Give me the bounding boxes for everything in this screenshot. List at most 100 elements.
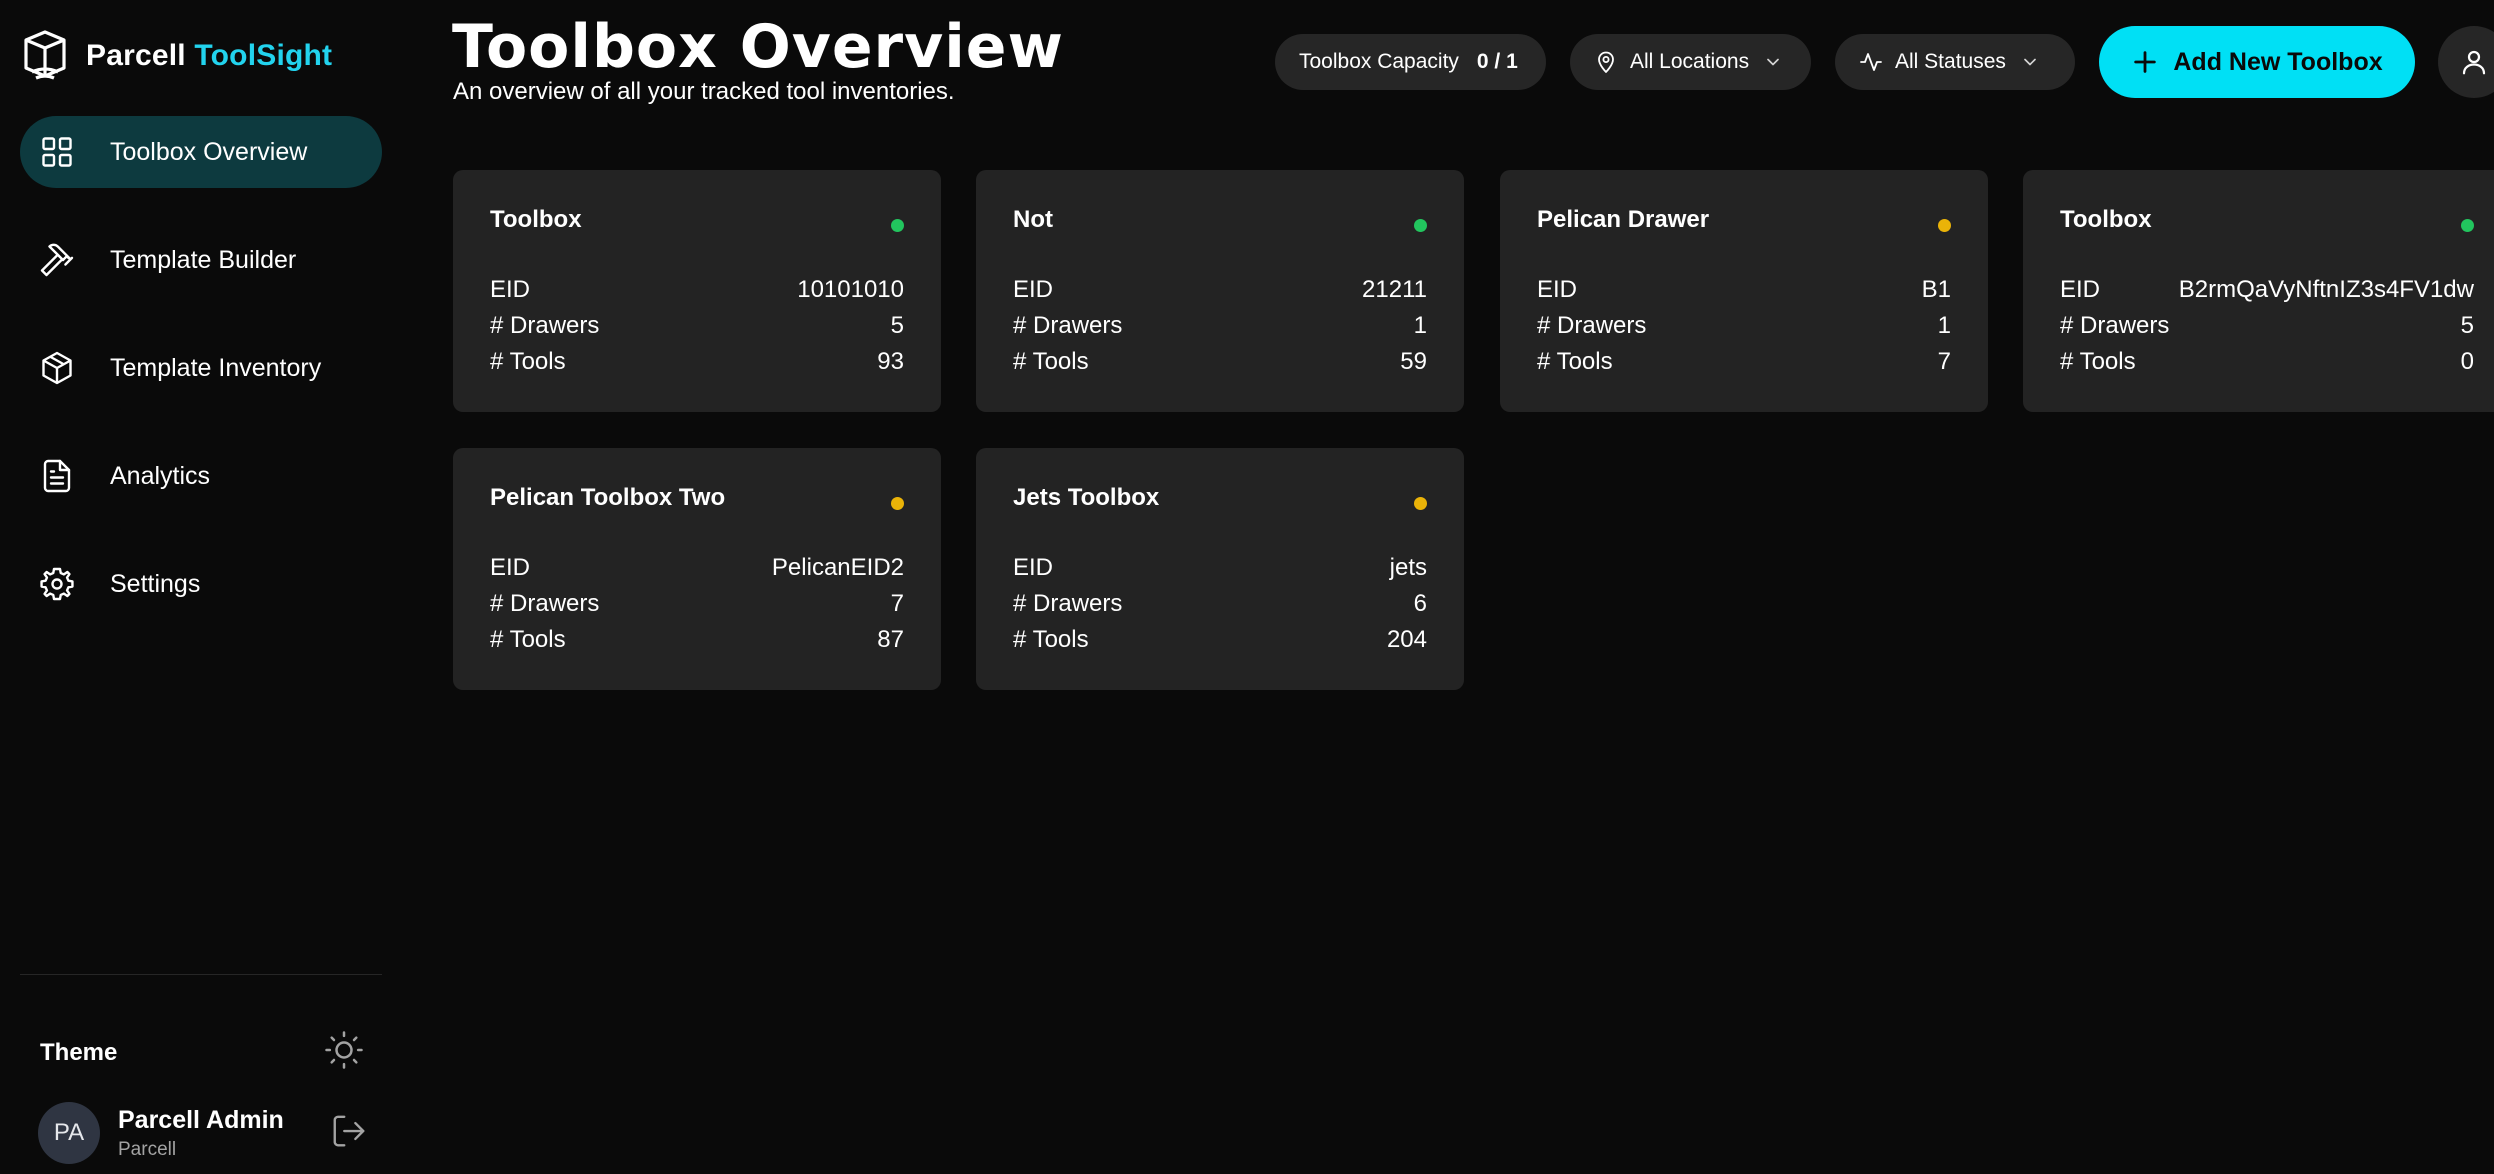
user-org: Parcell bbox=[118, 1138, 177, 1160]
tools-row: # Tools 204 bbox=[1013, 622, 1427, 658]
eid-label: EID bbox=[490, 554, 531, 581]
drawers-value: 1 bbox=[1937, 312, 1951, 339]
toolbox-card[interactable]: Pelican Drawer EID B1 # Drawers 1 # Tools 7 bbox=[1500, 170, 1988, 412]
sidebar-item-template-builder[interactable]: Template Builder bbox=[20, 224, 382, 296]
tools-row: # Tools 0 bbox=[2060, 344, 2474, 380]
drawers-value: 5 bbox=[2460, 312, 2474, 339]
hammer-icon bbox=[38, 241, 76, 279]
toolbox-name: Toolbox bbox=[2060, 206, 2152, 233]
tools-label: # Tools bbox=[1013, 626, 1089, 653]
status-dot-green bbox=[891, 219, 904, 232]
tools-label: # Tools bbox=[2060, 348, 2136, 375]
map-pin-icon bbox=[1598, 51, 1614, 73]
eid-value: 10101010 bbox=[797, 276, 904, 303]
drawers-label: # Drawers bbox=[1013, 312, 1123, 339]
eid-value: B2rmQaVyNftnIZ3s4FV1dw bbox=[2178, 276, 2474, 303]
chevron-down-icon bbox=[1767, 58, 1779, 66]
add-new-toolbox-label: Add New Toolbox bbox=[2173, 47, 2383, 76]
drawers-value: 1 bbox=[1413, 312, 1427, 339]
sidebar-item-label: Template Builder bbox=[110, 245, 297, 274]
gear-icon bbox=[38, 565, 76, 603]
drawers-row: # Drawers 1 bbox=[1013, 308, 1427, 344]
drawers-value: 7 bbox=[890, 590, 904, 617]
eid-value: jets bbox=[1389, 554, 1427, 581]
tools-row: # Tools 59 bbox=[1013, 344, 1427, 380]
toolbox-card[interactable]: Not EID 21211 # Drawers 1 # Tools 59 bbox=[976, 170, 1464, 412]
drawers-value: 6 bbox=[1413, 590, 1427, 617]
toolbox-card[interactable]: Pelican Toolbox Two EID PelicanEID2 # Dra… bbox=[453, 448, 941, 690]
avatar[interactable]: PA bbox=[38, 1102, 100, 1164]
tools-label: # Tools bbox=[1013, 348, 1089, 375]
tools-value: 0 bbox=[2460, 348, 2474, 375]
sidebar-item-label: Template Inventory bbox=[110, 353, 322, 382]
user-icon bbox=[2462, 50, 2486, 75]
toolbox-name: Jets Toolbox bbox=[1013, 484, 1160, 511]
status-dot-green bbox=[1414, 219, 1427, 232]
tools-value: 93 bbox=[877, 348, 904, 375]
eid-label: EID bbox=[1537, 276, 1578, 303]
sidebar-divider bbox=[20, 974, 382, 975]
capacity-label: Toolbox Capacity bbox=[1299, 50, 1459, 73]
drawers-label: # Drawers bbox=[1537, 312, 1647, 339]
sidebar-item-toolbox-overview[interactable]: Toolbox Overview bbox=[20, 116, 382, 188]
drawers-row: # Drawers 5 bbox=[490, 308, 904, 344]
eid-value: B1 bbox=[1921, 276, 1951, 303]
toolbox-card[interactable]: Jets Toolbox EID jets # Drawers 6 # Tools 2… bbox=[976, 448, 1464, 690]
theme-label: Theme bbox=[40, 1038, 118, 1066]
sidebar-item-label: Toolbox Overview bbox=[110, 137, 308, 166]
brand-company: Parcell bbox=[86, 39, 186, 72]
tools-label: # Tools bbox=[490, 348, 566, 375]
toolbox-name: Not bbox=[1013, 206, 1053, 233]
toolbox-name: Toolbox bbox=[490, 206, 582, 233]
drawers-row: # Drawers 1 bbox=[1537, 308, 1951, 344]
eid-label: EID bbox=[1013, 554, 1054, 581]
sidebar-item-analytics[interactable]: Analytics bbox=[20, 440, 382, 512]
tools-value: 59 bbox=[1400, 348, 1427, 375]
eid-value: 21211 bbox=[1362, 276, 1427, 303]
toolbox-capacity-badge: Toolbox Capacity 0 / 1 bbox=[1275, 34, 1546, 90]
drawers-row: # Drawers 6 bbox=[1013, 586, 1427, 622]
plus-icon bbox=[2134, 51, 2157, 73]
chevron-down-icon bbox=[2024, 58, 2036, 66]
add-new-toolbox-button[interactable]: Add New Toolbox bbox=[2099, 26, 2415, 98]
status-dot-yellow bbox=[891, 497, 904, 510]
eid-label: EID bbox=[490, 276, 531, 303]
eid-row: EID B2rmQaVyNftnIZ3s4FV1dw bbox=[2060, 272, 2474, 308]
status-dot-yellow bbox=[1414, 497, 1427, 510]
sidebar-item-settings[interactable]: Settings bbox=[20, 548, 382, 620]
tools-label: # Tools bbox=[1537, 348, 1613, 375]
locations-filter[interactable]: All Locations bbox=[1570, 34, 1811, 90]
capacity-value: 0 / 1 bbox=[1476, 50, 1518, 73]
logout-icon[interactable] bbox=[330, 1112, 368, 1155]
user-profile: PA Parcell Admin Parcell bbox=[38, 1102, 368, 1164]
eid-row: EID 10101010 bbox=[490, 272, 904, 308]
sidebar-item-template-inventory[interactable]: Template Inventory bbox=[20, 332, 382, 404]
toolbox-card[interactable]: Toolbox EID 10101010 # Drawers 5 # Tools 93 bbox=[453, 170, 941, 412]
drawers-row: # Drawers 7 bbox=[490, 586, 904, 622]
parcell-logo-icon bbox=[24, 30, 66, 80]
drawers-label: # Drawers bbox=[1013, 590, 1123, 617]
statuses-filter[interactable]: All Statuses bbox=[1835, 34, 2075, 90]
tools-row: # Tools 7 bbox=[1537, 344, 1951, 380]
tools-value: 204 bbox=[1386, 626, 1427, 653]
sun-icon[interactable] bbox=[324, 1030, 364, 1075]
eid-row: EID jets bbox=[1013, 550, 1427, 586]
box-icon bbox=[38, 349, 76, 387]
brand[interactable]: Parcell ToolSight bbox=[22, 28, 332, 84]
toolbox-card[interactable]: Toolbox EID B2rmQaVyNftnIZ3s4FV1dw # Draw… bbox=[2023, 170, 2494, 412]
statuses-filter-label: All Statuses bbox=[1895, 50, 2006, 73]
brand-name: Parcell ToolSight bbox=[86, 39, 332, 73]
eid-label: EID bbox=[2060, 276, 2101, 303]
eid-label: EID bbox=[1013, 276, 1054, 303]
eid-row: EID 21211 bbox=[1013, 272, 1427, 308]
theme-row: Theme bbox=[40, 1030, 364, 1075]
user-name: Parcell Admin bbox=[118, 1105, 284, 1134]
tools-row: # Tools 87 bbox=[490, 622, 904, 658]
drawers-value: 5 bbox=[890, 312, 904, 339]
drawers-label: # Drawers bbox=[490, 590, 600, 617]
locations-filter-label: All Locations bbox=[1630, 50, 1750, 73]
drawers-label: # Drawers bbox=[2060, 312, 2170, 339]
user-menu-button[interactable] bbox=[2438, 26, 2494, 98]
sidebar-nav: Toolbox Overview Template Builder Templa… bbox=[20, 116, 382, 656]
status-dot-yellow bbox=[1938, 219, 1951, 232]
